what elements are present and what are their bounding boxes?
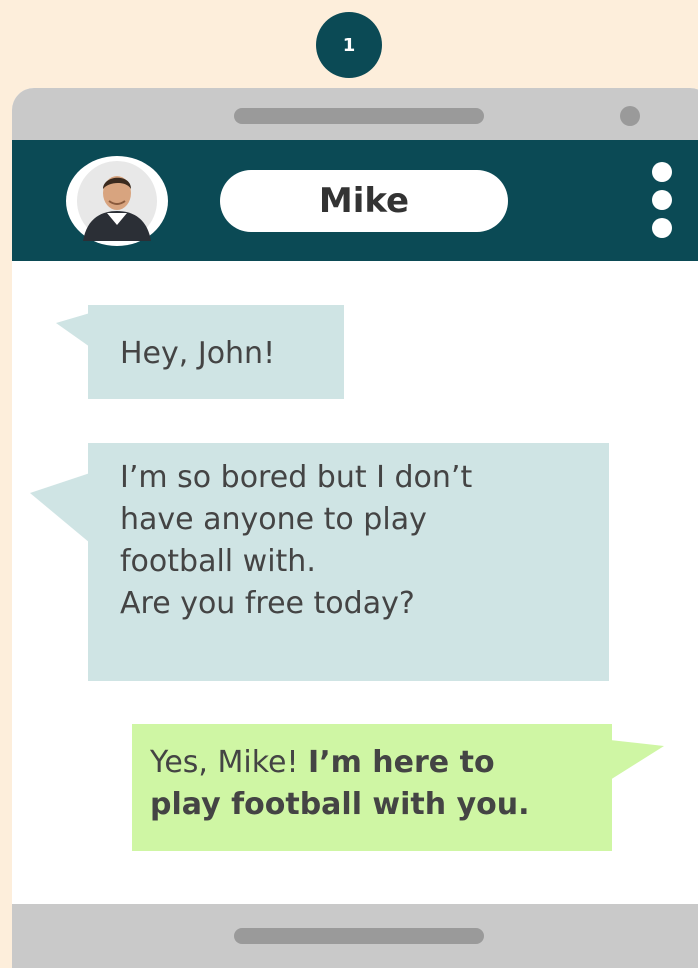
phone-frame: Mike Hey, John! I’m so bored but I don’t… — [12, 88, 698, 968]
message-bold: play football with you. — [150, 787, 530, 822]
message-line: have anyone to play — [120, 502, 427, 537]
phone-bottom-bezel — [12, 904, 698, 968]
message-line: Are you free today? — [120, 586, 415, 621]
message-line: I’m so bored but I don’t — [120, 460, 473, 495]
menu-dot — [652, 162, 672, 182]
camera-icon — [620, 106, 640, 126]
speaker-icon — [234, 108, 484, 124]
bubble-tail — [56, 313, 90, 347]
chat-header: Mike — [12, 140, 698, 261]
contact-name[interactable]: Mike — [220, 170, 508, 232]
phone-top-bezel — [12, 88, 698, 140]
step-number: 1 — [342, 34, 356, 56]
message-line: football with. — [120, 544, 316, 579]
bubble-tail — [30, 473, 90, 543]
bubble-tail — [610, 740, 664, 780]
avatar-illustration — [77, 161, 157, 241]
message-prefix: Yes, Mike! — [150, 745, 309, 780]
outgoing-message: Yes, Mike! I’m here to play football wit… — [132, 724, 664, 851]
home-indicator[interactable] — [234, 928, 484, 944]
message-text: Hey, John! — [120, 336, 276, 371]
menu-dot — [652, 218, 672, 238]
message-line: Yes, Mike! I’m here to — [150, 742, 612, 784]
message-bold: I’m here to — [308, 745, 495, 780]
step-number-badge: 1 — [316, 12, 382, 78]
menu-dot — [652, 190, 672, 210]
incoming-message: I’m so bored but I don’t have anyone to … — [30, 443, 609, 681]
vertical-ellipsis-icon[interactable] — [648, 162, 676, 238]
incoming-message: Hey, John! — [56, 305, 344, 399]
message-line: play football with you. — [150, 784, 612, 826]
man-avatar-icon[interactable] — [66, 156, 168, 246]
